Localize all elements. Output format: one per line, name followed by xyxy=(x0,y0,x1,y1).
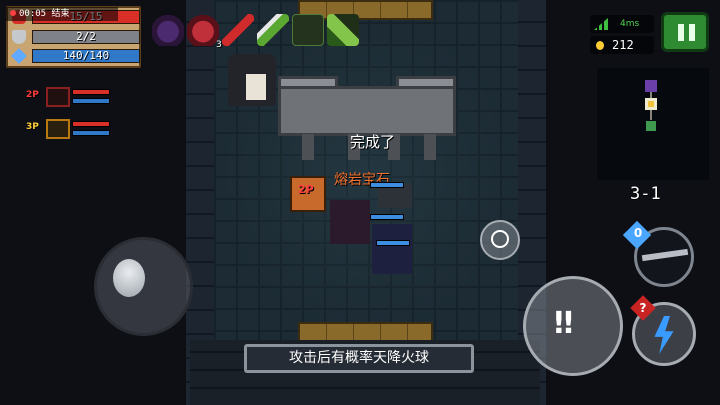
checkmark-buff-icon xyxy=(292,14,324,46)
red-devil-buff-icon xyxy=(187,14,219,46)
blade-buff-icon xyxy=(222,14,254,46)
devil-buff-icon xyxy=(152,14,184,46)
tip-text: 攻击后有概率天降火球 xyxy=(289,350,429,366)
sword-buff-icon xyxy=(257,14,289,46)
p2-world-tag: 2P xyxy=(298,183,314,196)
minimap-room xyxy=(645,80,657,92)
energy-row: 140/140 xyxy=(11,48,140,64)
leaf-buff-icon xyxy=(327,14,359,46)
pause-button[interactable] xyxy=(661,12,709,52)
network-status: 4ms xyxy=(590,15,654,33)
skill-badge-text: ? xyxy=(639,301,647,315)
party-hp-bar xyxy=(72,89,110,95)
machine-status-text: 完成了 xyxy=(350,133,396,151)
movement-joystick[interactable] xyxy=(94,237,193,336)
party-label: 3P xyxy=(26,122,39,132)
record-timer[interactable]: 00:05 结束 xyxy=(6,7,118,21)
tip-banner: 攻击后有概率天降火球 xyxy=(244,344,474,373)
energy-value: 140/140 xyxy=(62,49,110,62)
joystick-knob[interactable] xyxy=(113,259,145,297)
shield-icon xyxy=(12,30,26,44)
buff-bar xyxy=(152,14,359,48)
avatar xyxy=(46,119,70,139)
stage-level: 3-1 xyxy=(630,184,661,204)
energy-icon xyxy=(11,48,27,64)
ping-value: 4ms xyxy=(620,19,640,29)
attack-button[interactable] xyxy=(523,276,623,376)
ally-character xyxy=(228,54,276,106)
avatar xyxy=(46,87,70,107)
player-marker xyxy=(648,101,654,107)
emote-icon xyxy=(491,230,509,248)
record-icon xyxy=(10,10,16,16)
ammo-value: 0 xyxy=(633,226,643,240)
party-label: 2P xyxy=(26,90,39,100)
party-hp-bar xyxy=(72,121,110,127)
minimap[interactable] xyxy=(597,68,709,180)
bottom-door xyxy=(298,322,433,342)
ally-energy-bar xyxy=(370,214,404,220)
armor-row: 2/2 xyxy=(12,29,140,45)
ally-energy-bar xyxy=(370,182,404,188)
ally-energy-bar xyxy=(376,240,410,246)
party-energy-bar xyxy=(72,130,110,136)
record-stop-label[interactable]: 结束 xyxy=(52,9,70,19)
party-member-2p: 2P xyxy=(26,87,112,107)
party-member-3p: 3P xyxy=(26,119,112,139)
coin-value: 212 xyxy=(612,38,634,52)
attack-icon: !! xyxy=(552,306,575,341)
coin-counter: 212 xyxy=(590,36,654,54)
coin-icon xyxy=(596,41,604,50)
party-energy-bar xyxy=(72,98,110,104)
armor-value: 2/2 xyxy=(76,30,96,43)
minimap-room xyxy=(646,121,656,131)
buff-level-label: 3 xyxy=(216,40,222,50)
signal-icon xyxy=(594,18,608,30)
